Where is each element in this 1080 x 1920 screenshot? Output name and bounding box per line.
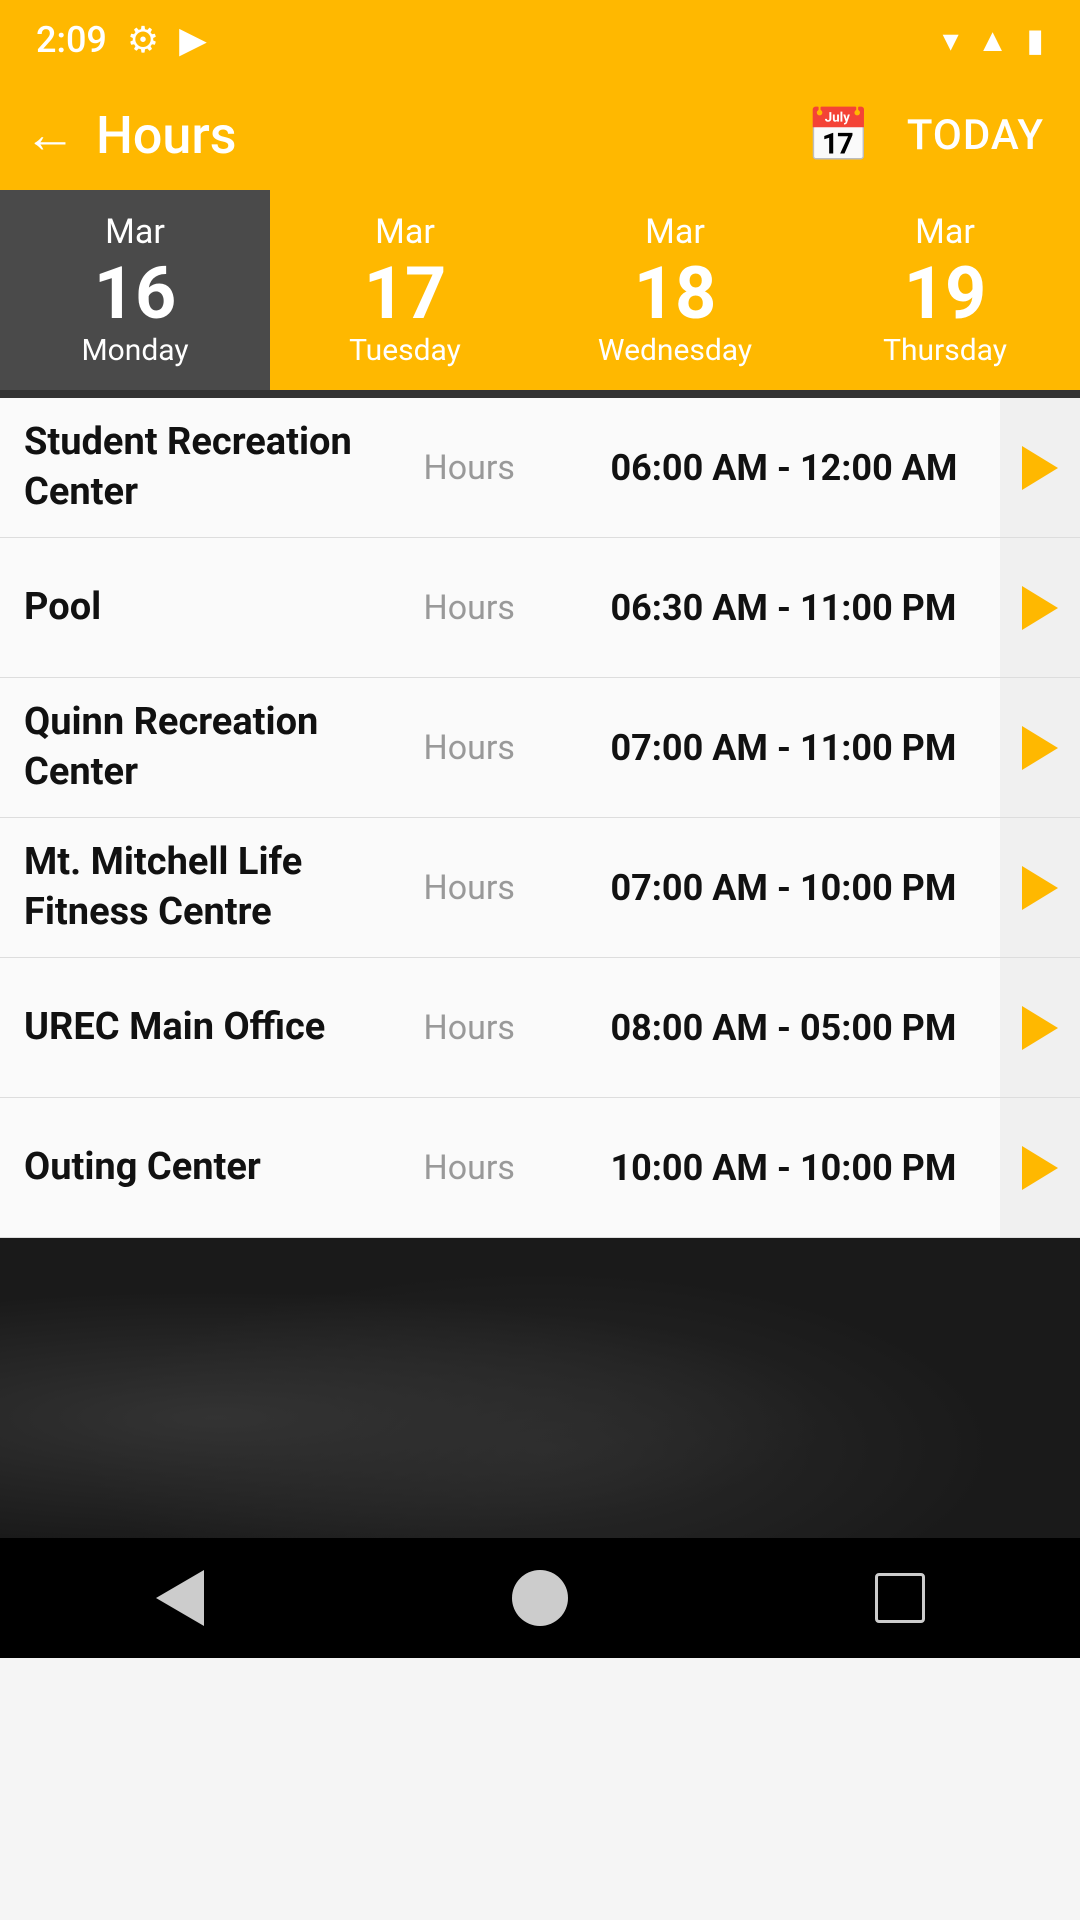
status-left: 2:09 ⚙ ▶ [36,19,207,61]
date-cell-mar17[interactable]: Mar 17 Tuesday [270,190,540,390]
facility-hours-label-mtmitchell: Hours [424,868,611,908]
wifi-icon: ▾ [943,21,959,59]
facility-hours-label-quinn: Hours [424,728,611,768]
date-month-1: Mar [105,212,165,252]
arrow-icon-src [1022,446,1058,490]
date-weekday-4: Thursday [883,333,1007,368]
facility-arrow-quinn[interactable] [1000,678,1080,817]
facility-arrow-pool[interactable] [1000,538,1080,677]
status-time: 2:09 [36,19,107,61]
date-weekday-3: Wednesday [598,333,752,368]
facility-time-urec: 08:00 AM - 05:00 PM [610,1007,1000,1049]
header-right: 📅 TODAY [806,105,1044,166]
date-day-1: 16 [94,254,177,333]
bottom-nav [0,1538,1080,1658]
date-month-2: Mar [375,212,435,252]
settings-icon: ⚙ [127,19,159,61]
calendar-icon[interactable]: 📅 [806,105,871,166]
back-button[interactable]: ← [24,109,76,161]
page-title: Hours [96,105,236,166]
arrow-icon-mtmitchell [1022,866,1058,910]
date-picker-row: Mar 16 Monday Mar 17 Tuesday Mar 18 Wedn… [0,190,1080,390]
facility-hours-label-src: Hours [424,448,611,488]
date-weekday-1: Monday [81,333,188,368]
nav-back-button[interactable] [130,1558,230,1638]
facility-name-quinn: Quinn Recreation Center [24,698,424,797]
facility-item-outing[interactable]: Outing Center Hours 10:00 AM - 10:00 PM [0,1098,1080,1238]
header-left: ← Hours [24,105,236,166]
facility-name-pool: Pool [24,583,424,632]
facility-hours-label-outing: Hours [424,1148,611,1188]
date-day-3: 18 [634,254,717,333]
battery-icon: ▮ [1026,21,1044,59]
facility-time-outing: 10:00 AM - 10:00 PM [610,1147,1000,1189]
facility-hours-label-pool: Hours [424,588,611,628]
date-month-3: Mar [645,212,705,252]
facility-name-mtmitchell: Mt. Mitchell Life Fitness Centre [24,838,424,937]
status-bar: 2:09 ⚙ ▶ ▾ ▲ ▮ [0,0,1080,80]
facility-name-outing: Outing Center [24,1143,424,1192]
facility-time-quinn: 07:00 AM - 11:00 PM [610,727,1000,769]
home-nav-icon [512,1570,568,1626]
facility-item-pool[interactable]: Pool Hours 06:30 AM - 11:00 PM [0,538,1080,678]
nav-recents-button[interactable] [850,1558,950,1638]
facility-hours-label-urec: Hours [424,1008,611,1048]
facility-item-src[interactable]: Student Recreation Center Hours 06:00 AM… [0,398,1080,538]
shield-icon: ▶ [179,19,207,61]
recents-nav-icon [875,1573,925,1623]
today-button[interactable]: TODAY [907,111,1044,160]
facility-name-src: Student Recreation Center [24,418,424,517]
date-divider [0,390,1080,398]
arrow-icon-quinn [1022,726,1058,770]
facility-time-pool: 06:30 AM - 11:00 PM [610,587,1000,629]
date-weekday-2: Tuesday [349,333,461,368]
facility-time-mtmitchell: 07:00 AM - 10:00 PM [610,867,1000,909]
facility-item-urec[interactable]: UREC Main Office Hours 08:00 AM - 05:00 … [0,958,1080,1098]
date-cell-mar18[interactable]: Mar 18 Wednesday [540,190,810,390]
facility-name-urec: UREC Main Office [24,1003,424,1052]
bottom-photo-section [0,1238,1080,1538]
date-day-4: 19 [904,254,987,333]
date-cell-mar19[interactable]: Mar 19 Thursday [810,190,1080,390]
facility-arrow-outing[interactable] [1000,1098,1080,1237]
facility-arrow-src[interactable] [1000,398,1080,537]
date-cell-mar16[interactable]: Mar 16 Monday [0,190,270,390]
arrow-icon-urec [1022,1006,1058,1050]
photo-background [0,1238,1080,1538]
arrow-icon-outing [1022,1146,1058,1190]
app-header: ← Hours 📅 TODAY [0,80,1080,190]
facility-arrow-urec[interactable] [1000,958,1080,1097]
nav-home-button[interactable] [490,1558,590,1638]
signal-icon: ▲ [977,21,1009,59]
arrow-icon-pool [1022,586,1058,630]
status-right: ▾ ▲ ▮ [943,21,1044,59]
date-day-2: 17 [364,254,447,333]
facility-list: Student Recreation Center Hours 06:00 AM… [0,398,1080,1238]
facility-item-mtmitchell[interactable]: Mt. Mitchell Life Fitness Centre Hours 0… [0,818,1080,958]
date-month-4: Mar [915,212,975,252]
facility-time-src: 06:00 AM - 12:00 AM [610,447,1000,489]
facility-item-quinn[interactable]: Quinn Recreation Center Hours 07:00 AM -… [0,678,1080,818]
back-nav-icon [156,1570,204,1626]
facility-arrow-mtmitchell[interactable] [1000,818,1080,957]
